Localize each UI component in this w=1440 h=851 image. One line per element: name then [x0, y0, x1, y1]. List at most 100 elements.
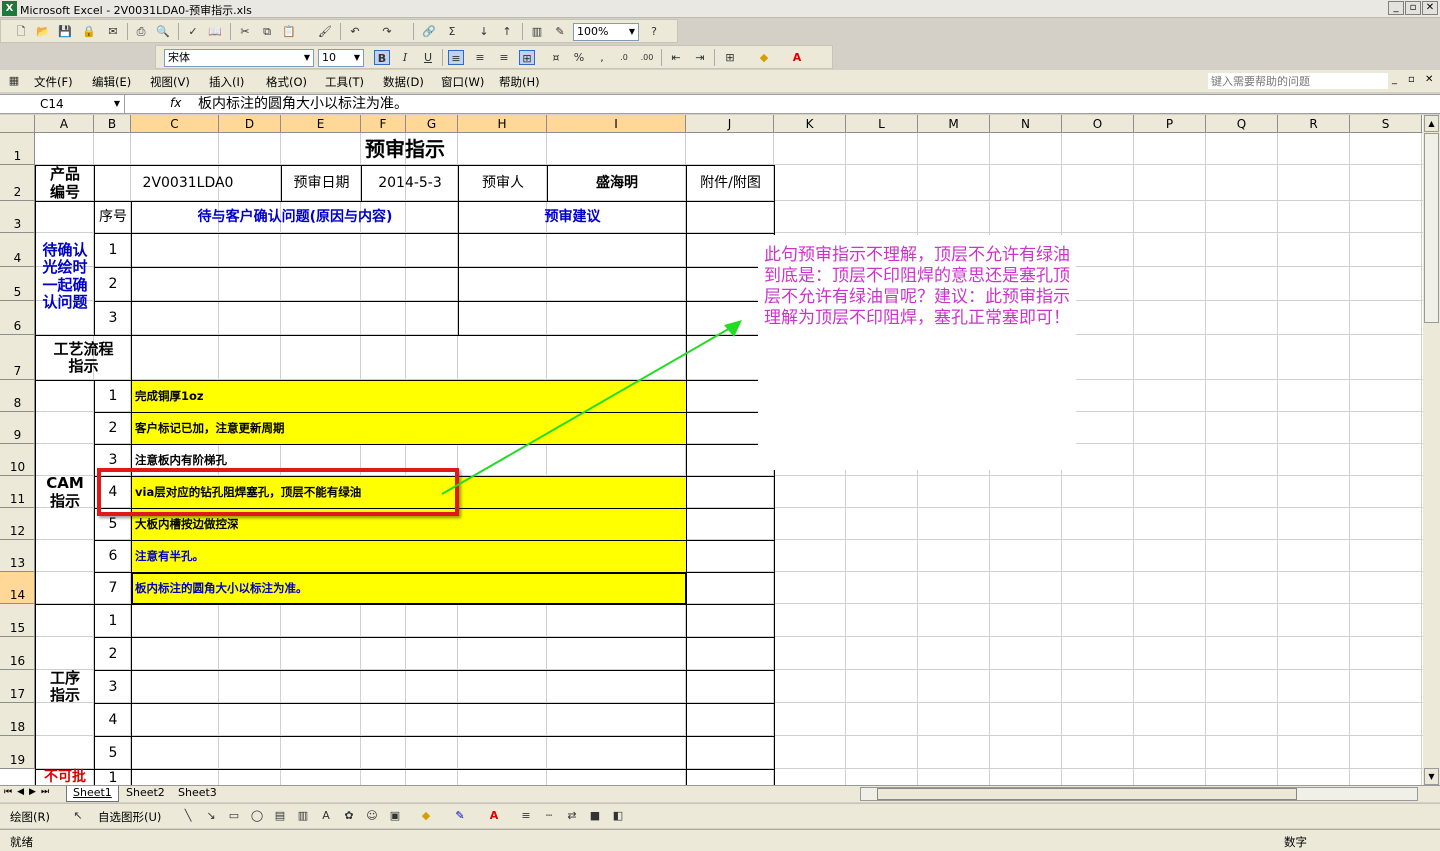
format-painter-icon[interactable]: 🖌: [317, 24, 333, 39]
pending-issue-cell[interactable]: [131, 267, 459, 302]
row-header-7[interactable]: 7: [0, 335, 35, 380]
new-icon[interactable]: 🗋: [13, 24, 29, 39]
column-header-n[interactable]: N: [990, 115, 1062, 133]
cam-instruction[interactable]: 板内标注的圆角大小以标注为准。: [131, 572, 687, 605]
pending-issue-cell[interactable]: [131, 301, 459, 336]
clipart-icon[interactable]: ☺: [364, 808, 380, 823]
fill-color-icon[interactable]: ◆: [418, 808, 434, 823]
column-header-e[interactable]: E: [281, 115, 361, 133]
proc-cell[interactable]: [131, 604, 687, 638]
oval-icon[interactable]: ◯: [249, 808, 265, 823]
vertical-textbox-icon[interactable]: ▥: [295, 808, 311, 823]
tab-sheet3[interactable]: Sheet3: [172, 786, 223, 802]
menu-edit[interactable]: 编辑(E): [92, 74, 131, 90]
attachment-cell[interactable]: [686, 637, 775, 671]
paste-icon[interactable]: 📋: [281, 24, 297, 39]
row-header-17[interactable]: 17: [0, 670, 35, 703]
align-left-icon[interactable]: ≡: [448, 50, 464, 65]
row-header-8[interactable]: 8: [0, 380, 35, 412]
column-header-c[interactable]: C: [131, 115, 219, 133]
row-header-1[interactable]: 1: [0, 133, 35, 165]
tab-sheet1[interactable]: Sheet1: [66, 786, 119, 802]
bold-icon[interactable]: B: [374, 50, 390, 65]
cam-instruction[interactable]: 大板内槽按边做控深: [131, 508, 687, 541]
dash-style-icon[interactable]: ┄: [541, 808, 557, 823]
row-header-13[interactable]: 13: [0, 540, 35, 572]
cam-seq[interactable]: 5: [94, 508, 132, 541]
proc-seq[interactable]: 2: [94, 637, 132, 671]
proc-seq[interactable]: 3: [94, 670, 132, 704]
doc-minimize-icon[interactable]: _: [1392, 74, 1397, 85]
sort-ascending-icon[interactable]: ↓: [476, 24, 492, 39]
permission-icon[interactable]: 🔒: [81, 24, 97, 39]
pending-issue-cell[interactable]: [131, 233, 459, 268]
row-header-4[interactable]: 4: [0, 233, 35, 267]
cam-seq[interactable]: 1: [94, 380, 132, 413]
proc-cell[interactable]: [131, 736, 687, 770]
column-header-f[interactable]: F: [361, 115, 406, 133]
row-header-19[interactable]: 19: [0, 736, 35, 769]
cam-instruction[interactable]: 客户标记已加，注意更新周期: [131, 412, 687, 445]
review-comment-note[interactable]: 此句预审指示不理解，顶层不允许有绿油到底是：顶层不印阻焊的意思还是塞孔顶层不允许…: [758, 235, 1076, 470]
row-header-6[interactable]: 6: [0, 301, 35, 335]
cam-seq[interactable]: 2: [94, 412, 132, 445]
menu-view[interactable]: 视图(V): [150, 74, 190, 90]
vertical-scrollbar[interactable]: ▲ ▼: [1423, 115, 1440, 785]
line-style-icon[interactable]: ≡: [518, 808, 534, 823]
research-icon[interactable]: 📖: [207, 24, 223, 39]
pending-issues-label[interactable]: 待确认 光绘时 一起确 认问题: [35, 201, 95, 336]
column-header-s[interactable]: S: [1350, 115, 1422, 133]
proc-cell[interactable]: [131, 769, 687, 785]
restore-icon[interactable]: ▫: [1405, 1, 1421, 15]
issue-header[interactable]: 待与客户确认问题(原因与内容): [131, 201, 459, 234]
scroll-down-icon[interactable]: ▼: [1424, 768, 1439, 785]
reviewer-label[interactable]: 预审人: [458, 165, 548, 202]
row-header-11[interactable]: 11: [0, 476, 35, 508]
column-header-p[interactable]: P: [1134, 115, 1206, 133]
cam-seq[interactable]: 6: [94, 540, 132, 573]
attachment-cell[interactable]: [686, 769, 775, 785]
row-header-14[interactable]: 14: [0, 572, 35, 604]
select-objects-icon[interactable]: ↖: [70, 808, 86, 823]
attachment-cell[interactable]: [686, 540, 775, 573]
pending-seq[interactable]: 2: [94, 267, 132, 302]
pending-seq[interactable]: 3: [94, 301, 132, 336]
column-header-g[interactable]: G: [406, 115, 458, 133]
cam-seq[interactable]: 4: [94, 476, 132, 509]
proc-seq[interactable]: 1: [94, 769, 132, 785]
column-header-i[interactable]: I: [547, 115, 686, 133]
row-header-3[interactable]: 3: [0, 201, 35, 233]
cam-seq[interactable]: 7: [94, 572, 132, 605]
percent-icon[interactable]: %: [571, 50, 587, 65]
sort-descending-icon[interactable]: ↑: [499, 24, 515, 39]
line-icon[interactable]: ╲: [180, 808, 196, 823]
column-header-r[interactable]: R: [1278, 115, 1350, 133]
review-date-value[interactable]: 2014-5-3: [361, 165, 459, 202]
menu-file[interactable]: 文件(F): [34, 74, 73, 90]
proc-seq[interactable]: 4: [94, 703, 132, 737]
chart-wizard-icon[interactable]: ▥: [529, 24, 545, 39]
attachment-cell[interactable]: [686, 476, 775, 509]
horizontal-scrollbar[interactable]: [860, 787, 1418, 801]
column-header-q[interactable]: Q: [1206, 115, 1278, 133]
reviewer-value[interactable]: 盛海明: [547, 165, 687, 202]
increase-indent-icon[interactable]: ⇥: [692, 50, 708, 65]
column-header-o[interactable]: O: [1062, 115, 1134, 133]
line-color-icon[interactable]: ✎: [452, 808, 468, 823]
menu-data[interactable]: 数据(D): [383, 74, 424, 90]
column-header-j[interactable]: J: [686, 115, 774, 133]
save-icon[interactable]: 💾: [57, 24, 73, 39]
attachment-cell[interactable]: [686, 670, 775, 704]
cam-instruction[interactable]: via层对应的钻孔阻焊塞孔，顶层不能有绿油: [131, 476, 687, 509]
arrow-icon[interactable]: ↘: [203, 808, 219, 823]
proc-seq[interactable]: 1: [94, 604, 132, 638]
tab-nav-icon[interactable]: ⏮◀▶⏭: [4, 787, 54, 797]
column-header-d[interactable]: D: [219, 115, 281, 133]
close-icon[interactable]: ✕: [1422, 1, 1438, 15]
column-header-h[interactable]: H: [458, 115, 547, 133]
menu-format[interactable]: 格式(O): [266, 74, 307, 90]
fill-color-icon[interactable]: ◆: [756, 50, 772, 65]
select-all[interactable]: [0, 115, 35, 133]
sheet-title[interactable]: 预审指示: [35, 133, 775, 166]
wordart-icon[interactable]: A: [318, 808, 334, 823]
